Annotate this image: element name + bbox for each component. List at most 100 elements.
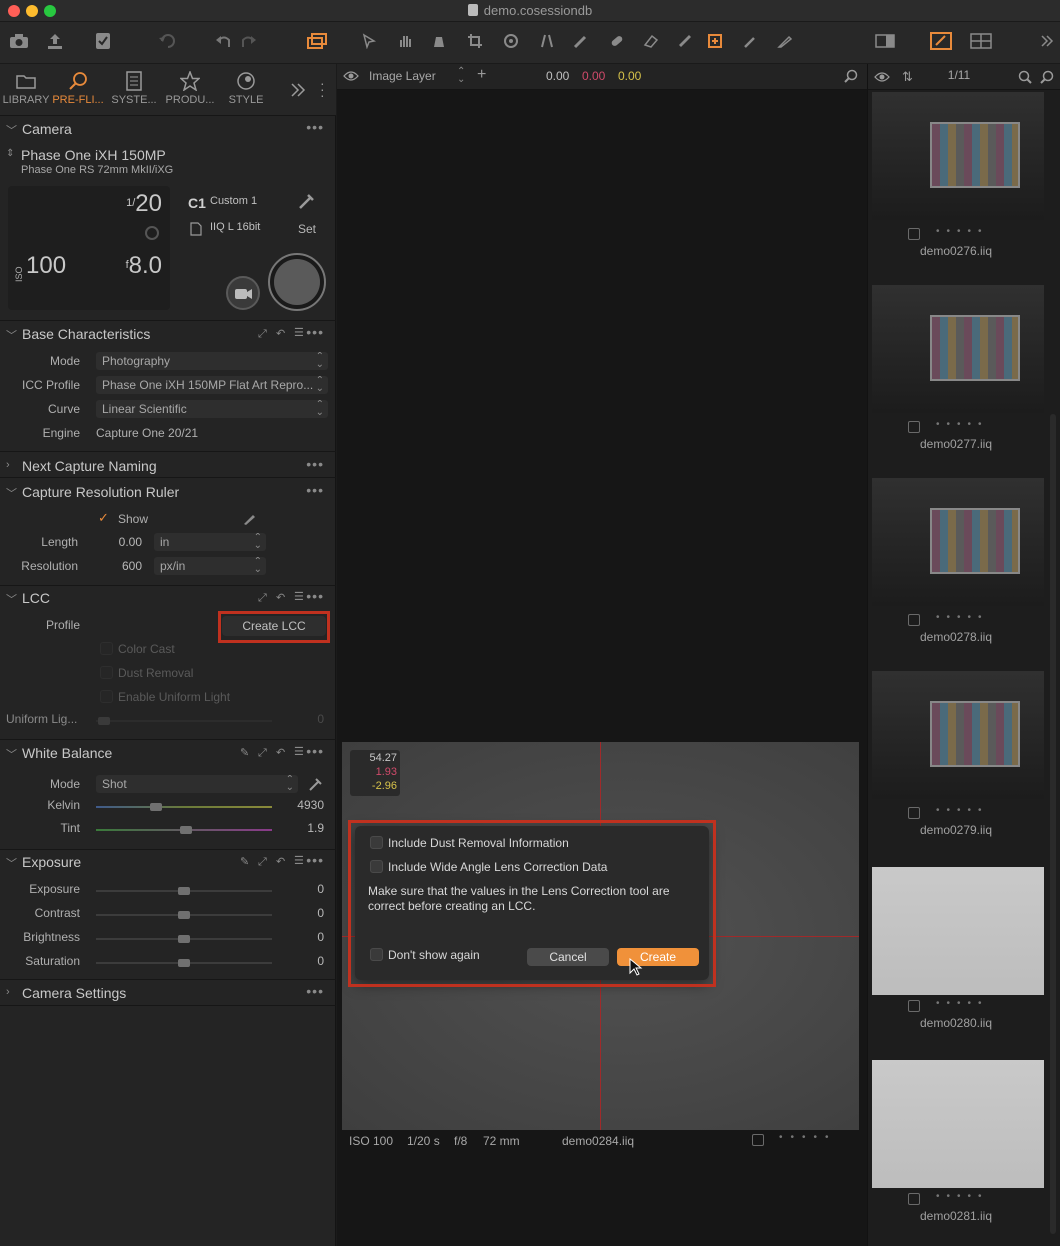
tab-product[interactable]: PRODU... [164, 68, 216, 114]
contrast-value[interactable]: 0 [288, 906, 324, 920]
thumbnail-checkbox[interactable] [908, 807, 920, 819]
thumbnail-checkbox[interactable] [908, 1193, 920, 1205]
thumbnail-rating[interactable]: ••••• [936, 998, 989, 1009]
more-options-icon[interactable]: ••• [306, 324, 324, 340]
loupe-icon[interactable] [428, 30, 450, 52]
tab-library[interactable]: LIBRARY [0, 68, 52, 114]
eraser-icon[interactable] [640, 30, 662, 52]
thumbnail-checkbox[interactable] [908, 614, 920, 626]
capture-button[interactable] [268, 253, 326, 311]
tab-style[interactable]: STYLE [220, 68, 272, 114]
more-options-icon[interactable]: ••• [306, 983, 324, 999]
slider-knob[interactable] [178, 887, 190, 895]
auto-adjust-icon[interactable]: ✎ [240, 855, 249, 868]
camera-icon[interactable] [8, 30, 30, 52]
pin-icon[interactable]: ⤢ [258, 328, 267, 341]
lcc-header[interactable]: ﹀ LCC ⤢ ↶ ☰ ••• [0, 585, 336, 611]
grid-view-icon[interactable] [970, 30, 992, 52]
thumbnail-rating[interactable]: ••••• [936, 1191, 989, 1202]
reset-icon[interactable]: ↶ [276, 855, 285, 868]
more-options-icon[interactable]: ••• [306, 456, 324, 472]
sort-icon[interactable]: ⇅ [902, 69, 913, 85]
rating-stars[interactable]: ••••• [779, 1132, 837, 1143]
thumbnail[interactable] [872, 671, 1044, 799]
exposure-slider[interactable] [96, 887, 272, 895]
eyedropper-icon[interactable]: ✎ [240, 746, 249, 759]
set-button[interactable]: Set [298, 222, 316, 236]
ruler-header[interactable]: ﹀ Capture Resolution Ruler ••• [0, 479, 336, 505]
more-options-icon[interactable]: ••• [306, 119, 324, 135]
rotate-icon[interactable] [500, 30, 522, 52]
layout-panel-icon[interactable] [874, 30, 896, 52]
slider-knob[interactable] [98, 717, 110, 725]
uniform-light-value[interactable]: 0 [288, 712, 324, 726]
length-unit-select[interactable]: in ⌃ ⌄ [154, 533, 266, 551]
add-layer-icon[interactable]: + [477, 66, 486, 84]
next-capture-naming-header[interactable]: › Next Capture Naming ••• [0, 453, 336, 479]
picker-icon[interactable] [740, 30, 762, 52]
more-tabs-icon[interactable] [290, 82, 306, 98]
uniform-light-checkbox[interactable] [100, 690, 113, 703]
list-icon[interactable]: ☰ [294, 590, 304, 603]
live-view-button[interactable] [226, 276, 260, 310]
edit-mode-icon[interactable] [930, 30, 952, 52]
tabs-menu-icon[interactable]: · · · [320, 76, 325, 102]
eye-icon[interactable] [874, 71, 890, 83]
base-characteristics-header[interactable]: ﹀ Base Characteristics ⤢ ↶ ☰ ••• [0, 321, 336, 347]
color-cast-checkbox[interactable] [100, 642, 113, 655]
resolution-unit-select[interactable]: px/in ⌃ ⌄ [154, 557, 266, 575]
saturation-slider[interactable] [96, 959, 272, 967]
more-options-icon[interactable]: ••• [306, 852, 324, 868]
slider-knob[interactable] [179, 826, 192, 834]
preset-name[interactable]: Custom 1 [210, 195, 257, 207]
search-icon[interactable] [1018, 70, 1032, 84]
brightness-value[interactable]: 0 [288, 930, 324, 944]
cancel-button[interactable]: Cancel [527, 948, 609, 966]
mode-select[interactable]: Photography ⌃ ⌄ [96, 352, 328, 370]
thumbnail[interactable] [872, 92, 1044, 220]
wb-picker-icon[interactable] [308, 776, 324, 792]
ruler-pencil-icon[interactable] [242, 510, 258, 526]
thumbnail[interactable] [872, 478, 1044, 606]
kelvin-value[interactable]: 4930 [280, 798, 324, 812]
saturation-value[interactable]: 0 [288, 954, 324, 968]
thumbnail[interactable] [872, 285, 1044, 413]
thumbnail-checkbox[interactable] [908, 1000, 920, 1012]
select-cursor-icon[interactable] [358, 30, 380, 52]
thumbnail[interactable] [872, 867, 1044, 995]
tint-value[interactable]: 1.9 [280, 821, 324, 835]
reset-icon[interactable]: ↶ [276, 746, 285, 759]
include-dust-checkbox[interactable] [370, 836, 383, 849]
eyedropper-icon[interactable] [298, 192, 316, 210]
thumbnail-checkbox[interactable] [908, 228, 920, 240]
show-checkbox[interactable]: ✓ [98, 510, 109, 526]
slider-knob[interactable] [150, 803, 163, 811]
brightness-slider[interactable] [96, 935, 272, 943]
more-options-icon[interactable]: ••• [306, 588, 324, 604]
browser-scrollbar[interactable] [1050, 414, 1056, 1234]
include-wide-angle-checkbox[interactable] [370, 860, 383, 873]
eye-icon[interactable] [343, 70, 359, 82]
annotate-icon[interactable] [704, 30, 726, 52]
pan-hand-icon[interactable] [394, 30, 416, 52]
wb-mode-select[interactable]: Shot ⌃ ⌄ [96, 775, 298, 793]
ruler-icon[interactable] [674, 30, 696, 52]
select-checkbox[interactable] [752, 1134, 764, 1146]
zoom-icon[interactable] [1040, 70, 1054, 84]
thumbnail-rating[interactable]: ••••• [936, 226, 989, 237]
pen-icon[interactable] [774, 30, 796, 52]
tab-system[interactable]: SYSTE... [108, 68, 160, 114]
exposure-header[interactable]: ﹀ Exposure ✎ ⤢ ↶ ☰ ••• [0, 849, 336, 875]
pin-icon[interactable]: ⤢ [258, 747, 267, 760]
reset-icon[interactable]: ↶ [276, 591, 285, 604]
contrast-slider[interactable] [96, 911, 272, 919]
slider-knob[interactable] [178, 959, 190, 967]
resolution-input[interactable]: 600 [96, 559, 142, 573]
thumbnail-rating[interactable]: ••••• [936, 612, 989, 623]
redo-icon[interactable] [238, 30, 260, 52]
pin-icon[interactable]: ⤢ [258, 856, 267, 869]
dust-removal-checkbox[interactable] [100, 666, 113, 679]
undo-icon[interactable] [212, 30, 234, 52]
tab-pre-flight[interactable]: PRE-FLI... [52, 68, 104, 114]
list-icon[interactable]: ☰ [294, 326, 304, 339]
